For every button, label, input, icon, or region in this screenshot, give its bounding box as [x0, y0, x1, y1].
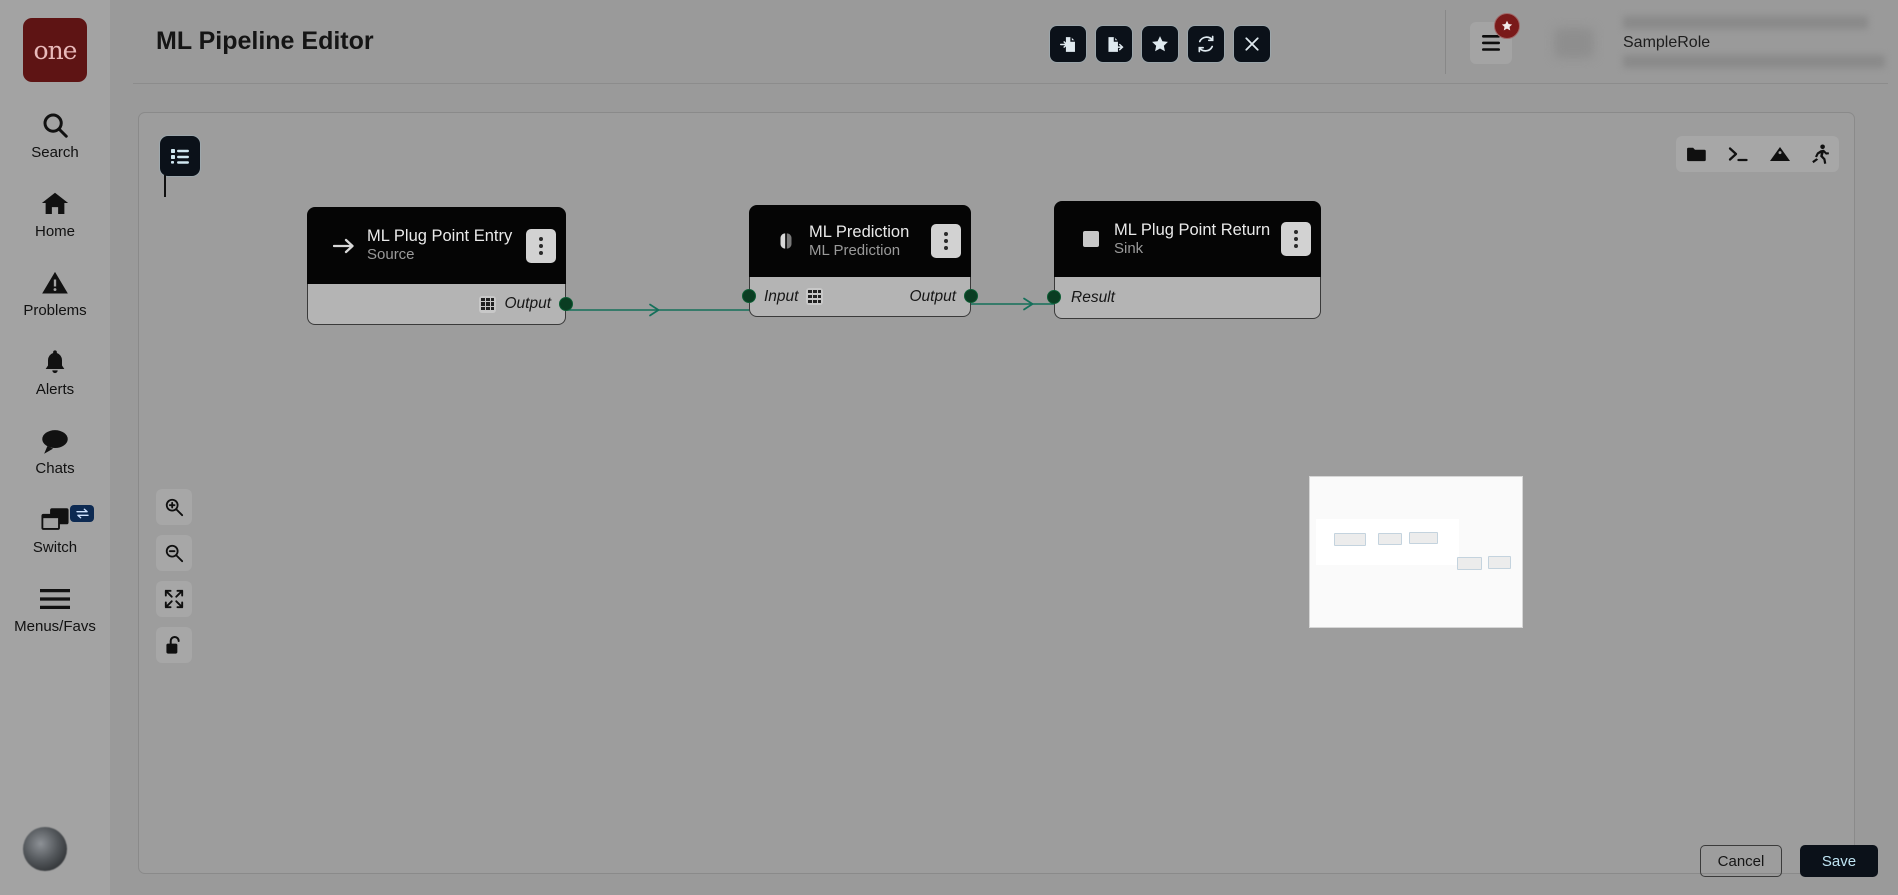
node-text-group: ML Plug Point Entry Source [367, 227, 526, 264]
avatar[interactable] [1554, 28, 1594, 58]
sidebar-item-label: Home [34, 223, 75, 240]
left-nav-sidebar: one Search Home Problems Alerts Chats Sw… [0, 0, 110, 895]
cancel-button[interactable]: Cancel [1700, 845, 1782, 877]
node-text-group: ML Prediction ML Prediction [809, 223, 931, 260]
star-badge-icon [1494, 13, 1520, 39]
role-org-redacted [1623, 55, 1885, 68]
switch-toggle-badge[interactable] [70, 505, 94, 522]
minimap-node [1457, 557, 1482, 570]
port-label: Output [909, 287, 956, 305]
user-avatar-icon[interactable] [23, 827, 67, 871]
bell-icon [41, 345, 69, 379]
node-title: ML Plug Point Entry [367, 227, 513, 245]
sidebar-item-switch[interactable]: Switch [0, 503, 110, 556]
sidebar-item-label: Problems [23, 302, 87, 319]
refresh-button[interactable] [1188, 26, 1224, 62]
sidebar-item-label: Alerts [35, 381, 75, 398]
header-action-buttons [1050, 26, 1270, 62]
collapse-arrows-icon[interactable] [156, 581, 192, 617]
result-port-dot[interactable] [1047, 290, 1061, 304]
output-port-dot[interactable] [559, 297, 573, 311]
header-menu-wrapper [1470, 13, 1520, 64]
node-subtitle: ML Prediction [809, 241, 901, 259]
export-button[interactable] [1096, 26, 1132, 62]
node-text-group: ML Plug Point Return Sink [1114, 221, 1281, 258]
sidebar-item-label: Search [31, 144, 79, 161]
port-label: Input [764, 287, 799, 305]
zoom-controls [156, 489, 192, 663]
pipeline-graph: ML Plug Point Entry Source Output ML Pre… [139, 113, 1854, 873]
magnifier-minus-icon[interactable] [156, 535, 192, 571]
ml-pipeline-editor-window: one Search Home Problems Alerts Chats Sw… [0, 0, 1898, 895]
arrow-right-icon [329, 237, 359, 255]
input-port-group: Input [764, 287, 824, 306]
node-ports: Input Output [742, 277, 978, 317]
hamburger-icon [40, 582, 70, 616]
close-button[interactable] [1234, 26, 1270, 62]
sidebar-item-label: Switch [32, 539, 78, 556]
sidebar-item-problems[interactable]: Problems [0, 266, 110, 319]
pipeline-canvas-panel: ML Plug Point Entry Source Output ML Pre… [138, 112, 1855, 874]
open-padlock-icon[interactable] [156, 627, 192, 663]
node-header[interactable]: ML Plug Point Return Sink [1054, 201, 1321, 277]
node-header[interactable]: ML Plug Point Entry Source [307, 207, 566, 284]
windows-switch-icon [39, 503, 71, 537]
node-title: ML Prediction [809, 222, 910, 241]
node-subtitle: Source [367, 246, 415, 263]
role-selector[interactable]: SampleRole [1615, 10, 1898, 74]
footer-actions: Cancel Save [1700, 845, 1878, 877]
node-menu-button[interactable] [1281, 222, 1311, 256]
sidebar-item-home[interactable]: Home [0, 187, 110, 240]
role-name-redacted [1623, 16, 1868, 29]
minimap-node [1378, 533, 1402, 545]
chat-bubble-icon [39, 424, 71, 458]
favorite-button[interactable] [1142, 26, 1178, 62]
sidebar-item-label: Menus/Favs [14, 618, 96, 635]
port-label: Output [504, 295, 551, 312]
pipeline-node[interactable]: ML Prediction ML Prediction Input Output [742, 205, 978, 317]
magnifier-plus-icon[interactable] [156, 489, 192, 525]
sidebar-item-chats[interactable]: Chats [0, 424, 110, 477]
input-port-dot[interactable] [742, 289, 756, 303]
node-ports: Result [1047, 277, 1321, 319]
grid-icon [806, 288, 824, 305]
pipeline-node[interactable]: ML Plug Point Return Sink Result [1047, 201, 1321, 319]
pipeline-node[interactable]: ML Plug Point Entry Source Output [307, 207, 573, 325]
output-port-dot[interactable] [964, 289, 978, 303]
sidebar-item-alerts[interactable]: Alerts [0, 345, 110, 398]
sidebar-item-menus-favs[interactable]: Menus/Favs [0, 582, 110, 635]
canvas-minimap[interactable] [1309, 476, 1523, 628]
home-icon [39, 187, 71, 221]
node-header[interactable]: ML Prediction ML Prediction [749, 205, 971, 277]
minimap-node [1334, 533, 1366, 546]
save-button[interactable]: Save [1800, 845, 1878, 877]
node-subtitle: Sink [1114, 239, 1144, 257]
node-title: ML Plug Point Return [1114, 220, 1271, 239]
minimap-node [1409, 532, 1438, 544]
warning-triangle-icon [40, 266, 70, 300]
sidebar-item-search[interactable]: Search [0, 108, 110, 161]
square-icon [1076, 230, 1106, 248]
minimap-node [1488, 556, 1511, 569]
page-header: ML Pipeline Editor SampleRole [110, 0, 1898, 84]
node-ports: Output [307, 284, 573, 325]
role-value: SampleRole [1623, 34, 1711, 51]
brain-icon [771, 231, 801, 251]
node-menu-button[interactable] [931, 224, 961, 258]
import-button[interactable] [1050, 26, 1086, 62]
port-label: Result [1071, 288, 1115, 306]
page-title: ML Pipeline Editor [156, 27, 374, 55]
sidebar-item-label: Chats [35, 460, 75, 477]
search-icon [40, 108, 70, 142]
app-logo[interactable]: one [23, 18, 87, 82]
header-divider [1445, 10, 1446, 74]
node-menu-button[interactable] [526, 228, 556, 263]
grid-icon [479, 295, 497, 313]
